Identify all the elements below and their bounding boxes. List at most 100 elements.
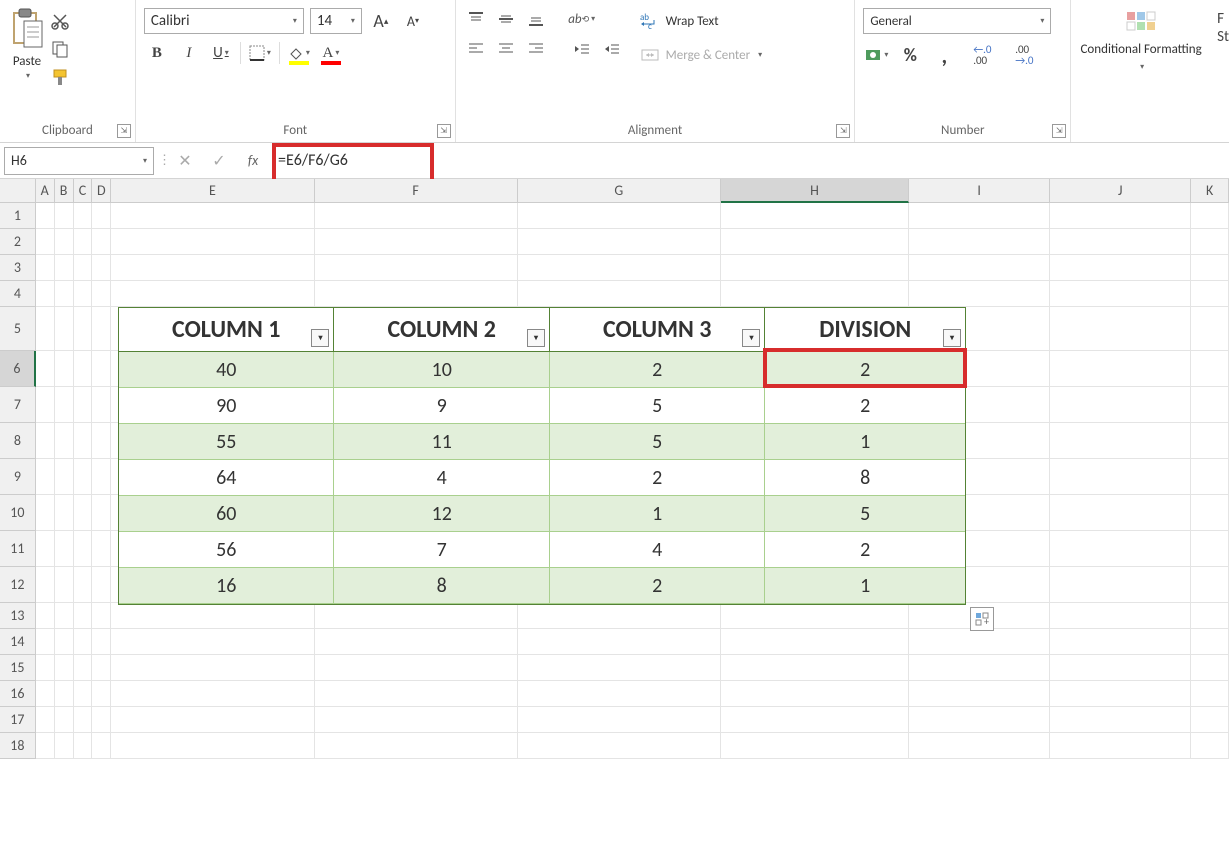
cell[interactable]: [92, 203, 111, 229]
row-header-5[interactable]: 5: [0, 307, 36, 351]
table-cell[interactable]: 2: [765, 352, 965, 388]
cell[interactable]: [1050, 281, 1191, 307]
cell[interactable]: [315, 255, 518, 281]
cell[interactable]: [74, 203, 93, 229]
cell[interactable]: [1191, 281, 1229, 307]
cell[interactable]: [909, 281, 1050, 307]
row-header-16[interactable]: 16: [0, 681, 36, 707]
cell[interactable]: [92, 681, 111, 707]
cell[interactable]: [92, 281, 111, 307]
table-cell[interactable]: 5: [765, 496, 965, 532]
cell[interactable]: [1191, 255, 1229, 281]
table-cell[interactable]: 2: [765, 532, 965, 568]
cell[interactable]: [55, 255, 74, 281]
comma-button[interactable]: ,: [931, 42, 957, 68]
table-cell[interactable]: 16: [119, 568, 334, 604]
cell[interactable]: [36, 603, 55, 629]
table-cell[interactable]: 11: [334, 424, 549, 460]
cell[interactable]: [36, 351, 55, 387]
increase-decimal-button[interactable]: ←.0.00: [965, 42, 999, 68]
cell[interactable]: [315, 281, 518, 307]
cell[interactable]: [74, 307, 93, 351]
shrink-font-button[interactable]: A▾: [400, 8, 426, 34]
filter-button[interactable]: ▾: [311, 329, 329, 347]
cell[interactable]: [1050, 681, 1191, 707]
col-header-C[interactable]: C: [74, 179, 93, 203]
cell[interactable]: [36, 733, 55, 759]
cell[interactable]: [315, 603, 518, 629]
cell[interactable]: [1191, 423, 1229, 459]
cell[interactable]: [721, 655, 909, 681]
cell[interactable]: [1191, 351, 1229, 387]
decrease-indent-button[interactable]: [570, 38, 594, 60]
orientation-button[interactable]: ab⟲▾: [570, 8, 594, 30]
cell[interactable]: [74, 255, 93, 281]
cell[interactable]: [1050, 531, 1191, 567]
cell[interactable]: [36, 495, 55, 531]
cell[interactable]: [1050, 733, 1191, 759]
row-header-4[interactable]: 4: [0, 281, 36, 307]
alignment-dialog-launcher[interactable]: ⇲: [836, 124, 850, 138]
row-header-3[interactable]: 3: [0, 255, 36, 281]
cell[interactable]: [74, 351, 93, 387]
cell[interactable]: [721, 203, 909, 229]
italic-button[interactable]: I: [176, 40, 202, 66]
cell[interactable]: [55, 603, 74, 629]
cell[interactable]: [111, 681, 314, 707]
cell[interactable]: [909, 255, 1050, 281]
cell[interactable]: [111, 707, 314, 733]
cell[interactable]: [55, 531, 74, 567]
cell[interactable]: [36, 567, 55, 603]
table-cell[interactable]: 5: [550, 388, 765, 424]
row-header-13[interactable]: 13: [0, 603, 36, 629]
cell[interactable]: [1191, 307, 1229, 351]
cell[interactable]: [55, 567, 74, 603]
cell[interactable]: [55, 351, 74, 387]
cell[interactable]: [1050, 423, 1191, 459]
cell[interactable]: [74, 655, 93, 681]
cell[interactable]: [92, 459, 111, 495]
cell[interactable]: [92, 229, 111, 255]
cell[interactable]: [92, 567, 111, 603]
row-header-6[interactable]: 6: [0, 351, 36, 387]
table-cell[interactable]: 2: [550, 568, 765, 604]
cell[interactable]: [1050, 203, 1191, 229]
cell[interactable]: [92, 255, 111, 281]
fill-color-button[interactable]: ▾: [286, 40, 312, 66]
table-cell[interactable]: 40: [119, 352, 334, 388]
table-cell[interactable]: 4: [334, 460, 549, 496]
row-header-12[interactable]: 12: [0, 567, 36, 603]
table-cell[interactable]: 1: [765, 568, 965, 604]
align-left-button[interactable]: [464, 38, 488, 60]
cell[interactable]: [111, 229, 314, 255]
cell[interactable]: [721, 255, 909, 281]
filter-button[interactable]: ▾: [943, 329, 961, 347]
cell[interactable]: [74, 567, 93, 603]
align-center-button[interactable]: [494, 38, 518, 60]
table-header[interactable]: COLUMN 1▾: [119, 308, 334, 352]
cell[interactable]: [111, 203, 314, 229]
table-cell[interactable]: 1: [765, 424, 965, 460]
cell[interactable]: [315, 707, 518, 733]
cell[interactable]: [111, 733, 314, 759]
cell[interactable]: [92, 603, 111, 629]
cell[interactable]: [92, 733, 111, 759]
cell[interactable]: [518, 281, 721, 307]
cell[interactable]: [74, 707, 93, 733]
cell[interactable]: [1191, 629, 1229, 655]
cell[interactable]: [74, 423, 93, 459]
table-cell[interactable]: 9: [334, 388, 549, 424]
cell[interactable]: [36, 531, 55, 567]
table-cell[interactable]: 2: [550, 352, 765, 388]
cell[interactable]: [909, 229, 1050, 255]
cell[interactable]: [55, 423, 74, 459]
col-header-K[interactable]: K: [1191, 179, 1229, 203]
cell[interactable]: [36, 255, 55, 281]
cell[interactable]: [1191, 229, 1229, 255]
cell[interactable]: [111, 603, 314, 629]
table-cell[interactable]: 56: [119, 532, 334, 568]
cell[interactable]: [55, 495, 74, 531]
cell[interactable]: [111, 655, 314, 681]
conditional-formatting-button[interactable]: Conditional Formatting ▾: [1079, 4, 1203, 73]
cancel-formula-button[interactable]: ✕: [168, 147, 202, 175]
